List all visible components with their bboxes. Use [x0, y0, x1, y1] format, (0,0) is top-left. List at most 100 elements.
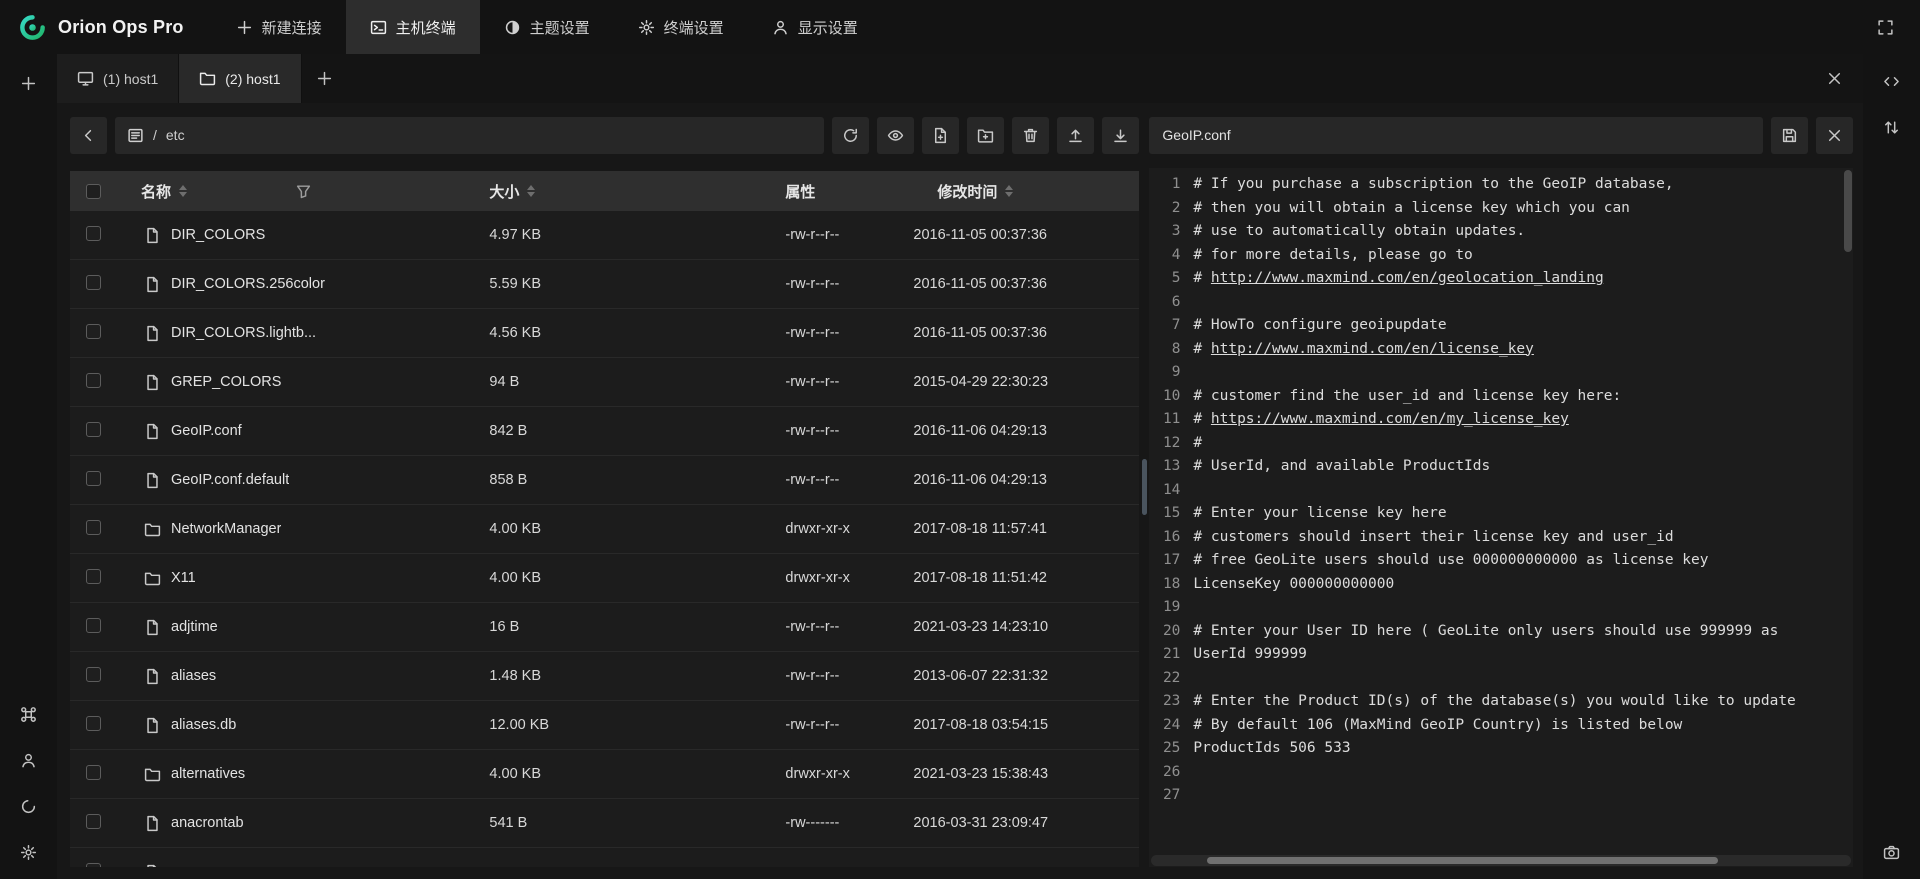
row-checkbox[interactable] — [86, 863, 101, 868]
save-button[interactable] — [1771, 117, 1808, 154]
editor-code[interactable]: # If you purchase a subscription to the … — [1193, 168, 1853, 867]
tab-1[interactable]: (1) host1 — [57, 54, 179, 103]
code-link[interactable]: https://www.maxmind.com/en/my_license_ke… — [1211, 411, 1569, 427]
breadcrumb-path[interactable]: etc — [166, 127, 185, 143]
users-button[interactable] — [12, 743, 46, 777]
file-list-scrollbar[interactable] — [1142, 459, 1147, 515]
filter-icon[interactable] — [295, 183, 312, 200]
table-row[interactable]: X114.00 KBdrwxr-xr-x2017-08-18 11:51:42 — [70, 554, 1139, 603]
back-button[interactable] — [70, 117, 107, 154]
code-line — [1193, 361, 1853, 385]
header-checkbox-cell — [70, 184, 126, 199]
row-checkbox[interactable] — [86, 814, 101, 829]
top-bar: Orion Ops Pro 新建连接主机终端主题设置终端设置显示设置 — [0, 0, 1920, 54]
editor-hscroll-thumb[interactable] — [1207, 857, 1718, 864]
table-row[interactable]: aliases1.48 KB-rw-r--r--2013-06-07 22:31… — [70, 652, 1139, 701]
refresh-button[interactable] — [832, 117, 869, 154]
file-size: 4.00 KB — [485, 521, 781, 537]
theme-button[interactable] — [12, 789, 46, 823]
nav-item-4[interactable]: 显示设置 — [748, 0, 882, 54]
table-row[interactable]: anacrontab541 B-rw-------2016-03-31 23:0… — [70, 799, 1139, 848]
column-header-mtime[interactable]: 修改时间 — [911, 181, 1139, 202]
table-row[interactable]: GREP_COLORS94 B-rw-r--r--2015-04-29 22:3… — [70, 358, 1139, 407]
line-number: 16 — [1149, 526, 1180, 550]
close-editor-button[interactable] — [1816, 117, 1853, 154]
line-number: 7 — [1149, 314, 1180, 338]
row-checkbox[interactable] — [86, 667, 101, 682]
row-checkbox[interactable] — [86, 226, 101, 241]
table-row[interactable]: alternatives4.00 KBdrwxr-xr-x2021-03-23 … — [70, 750, 1139, 799]
delete-button[interactable] — [1012, 117, 1049, 154]
code-link[interactable]: http://www.maxmind.com/en/geolocation_la… — [1211, 270, 1604, 286]
screenshot-button[interactable] — [1875, 835, 1909, 869]
row-checkbox[interactable] — [86, 765, 101, 780]
sort-mtime-icon[interactable] — [1005, 185, 1013, 197]
code-line: UserId 999999 — [1193, 643, 1853, 667]
column-header-name[interactable]: 名称 — [126, 181, 485, 202]
nav-item-0[interactable]: 新建连接 — [212, 0, 346, 54]
code-line: # customers should insert their license … — [1193, 526, 1853, 550]
table-row[interactable] — [70, 848, 1139, 867]
row-checkbox-cell — [70, 324, 126, 343]
table-row[interactable]: GeoIP.conf.default858 B-rw-r--r--2016-11… — [70, 456, 1139, 505]
preview-button[interactable] — [877, 117, 914, 154]
table-row[interactable]: adjtime16 B-rw-r--r--2021-03-23 14:23:10 — [70, 603, 1139, 652]
row-checkbox[interactable] — [86, 569, 101, 584]
settings-button[interactable] — [12, 835, 46, 869]
column-label-mtime: 修改时间 — [937, 181, 997, 202]
upload-button[interactable] — [1057, 117, 1094, 154]
table-row[interactable]: aliases.db12.00 KB-rw-r--r--2017-08-18 0… — [70, 701, 1139, 750]
new-folder-button[interactable] — [967, 117, 1004, 154]
nav-item-2[interactable]: 主题设置 — [480, 0, 614, 54]
close-all-tabs-button[interactable] — [1817, 62, 1851, 96]
row-checkbox[interactable] — [86, 520, 101, 535]
breadcrumb[interactable]: / etc — [115, 117, 824, 154]
tab-2[interactable]: (2) host1 — [179, 54, 301, 103]
table-row[interactable]: DIR_COLORS.256color5.59 KB-rw-r--r--2016… — [70, 260, 1139, 309]
select-all-checkbox[interactable] — [86, 184, 101, 199]
code-link[interactable]: http://www.maxmind.com/en/license_key — [1211, 341, 1534, 357]
code-line: # UserId, and available ProductIds — [1193, 455, 1853, 479]
row-checkbox-cell — [70, 765, 126, 784]
editor-hscrollbar[interactable] — [1151, 855, 1851, 866]
column-header-size[interactable]: 大小 — [485, 181, 781, 202]
right-rail-top — [1875, 54, 1909, 144]
new-file-button[interactable] — [922, 117, 959, 154]
line-number: 11 — [1149, 408, 1180, 432]
add-tab-button[interactable] — [308, 62, 342, 96]
row-checkbox[interactable] — [86, 716, 101, 731]
table-row[interactable]: DIR_COLORS.lightb...4.56 KB-rw-r--r--201… — [70, 309, 1139, 358]
nav-item-1[interactable]: 主机终端 — [346, 0, 480, 54]
code-editor[interactable]: 1234567891011121314151617181920212223242… — [1149, 168, 1853, 867]
download-button[interactable] — [1102, 117, 1139, 154]
sort-order-button[interactable] — [1875, 110, 1909, 144]
row-checkbox[interactable] — [86, 422, 101, 437]
editor-gutter: 1234567891011121314151617181920212223242… — [1149, 168, 1193, 867]
editor-vscrollbar[interactable] — [1844, 170, 1852, 851]
row-checkbox[interactable] — [86, 324, 101, 339]
nav-item-3[interactable]: 终端设置 — [614, 0, 748, 54]
code-view-button[interactable] — [1875, 64, 1909, 98]
fullscreen-button[interactable] — [1868, 10, 1902, 44]
table-row[interactable]: GeoIP.conf842 B-rw-r--r--2016-11-06 04:2… — [70, 407, 1139, 456]
shortcuts-button[interactable] — [12, 697, 46, 731]
file-icon — [144, 325, 161, 342]
file-name-cell: DIR_COLORS — [126, 227, 485, 244]
table-row[interactable]: NetworkManager4.00 KBdrwxr-xr-x2017-08-1… — [70, 505, 1139, 554]
row-checkbox[interactable] — [86, 275, 101, 290]
row-checkbox[interactable] — [86, 471, 101, 486]
monitor-icon — [77, 70, 94, 87]
file-name-cell — [126, 864, 485, 868]
editor-vscroll-thumb[interactable] — [1844, 170, 1852, 252]
sort-name-icon[interactable] — [179, 185, 187, 197]
sort-size-icon[interactable] — [527, 185, 535, 197]
row-checkbox[interactable] — [86, 373, 101, 388]
file-icon — [144, 864, 161, 868]
new-connection-button[interactable] — [12, 66, 46, 100]
table-row[interactable]: DIR_COLORS4.97 KB-rw-r--r--2016-11-05 00… — [70, 211, 1139, 260]
row-checkbox[interactable] — [86, 618, 101, 633]
theme-icon — [504, 19, 521, 36]
file-size: 4.56 KB — [485, 325, 781, 341]
code-line: # Enter your license key here — [1193, 502, 1853, 526]
file-name-cell: GREP_COLORS — [126, 374, 485, 391]
